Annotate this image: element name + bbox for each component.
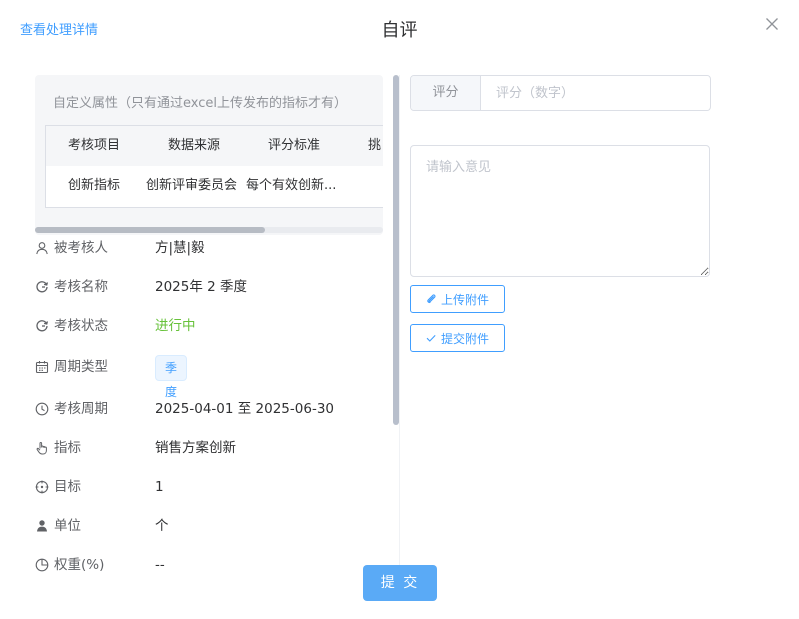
refresh-icon	[35, 280, 49, 294]
paperclip-icon	[427, 294, 436, 304]
cycle-type-tag: 季度	[155, 355, 188, 399]
person-icon	[35, 519, 49, 533]
score-prepend-label: 评分	[411, 76, 481, 110]
upload-attachment-button[interactable]: 上传附件	[410, 285, 506, 313]
info-label: 权重(%)	[54, 557, 105, 573]
custom-attributes-panel: 自定义属性（只有通过excel上传发布的指标才有） 考核项目 数据来源 评分标准…	[35, 75, 383, 235]
info-label: 考核周期	[54, 401, 108, 417]
pointer-icon	[35, 441, 49, 455]
close-icon	[766, 18, 778, 30]
user-icon	[35, 241, 49, 255]
info-label: 目标	[54, 479, 81, 495]
close-button[interactable]	[762, 14, 782, 34]
submit-attachment-label: 提交附件	[441, 331, 490, 346]
opinion-textarea[interactable]	[410, 145, 710, 277]
info-label: 单位	[54, 518, 81, 534]
info-value: 2025年 2 季度	[155, 279, 248, 295]
info-value: 1	[155, 479, 164, 495]
column-divider	[399, 75, 400, 565]
submit-button[interactable]: 提 交	[363, 565, 437, 601]
table-cell: 创新指标	[68, 178, 121, 193]
info-value: 方|慧|毅	[155, 240, 205, 256]
score-input-group: 评分	[410, 75, 711, 111]
upload-attachment-label: 上传附件	[441, 292, 490, 307]
column-header: 数据来源	[168, 138, 221, 153]
clock-icon	[35, 402, 49, 416]
column-header: 评分标准	[268, 138, 321, 153]
target-icon	[35, 480, 49, 494]
pie-icon	[35, 558, 49, 572]
calendar-icon	[35, 360, 49, 374]
info-value: 个	[155, 518, 169, 534]
table-row: 创新指标 创新评审委员会 每个有效创新...	[46, 166, 383, 206]
column-header: 挑	[368, 138, 382, 153]
info-label: 考核名称	[54, 279, 108, 295]
info-label: 周期类型	[54, 359, 108, 375]
table-cell: 创新评审委员会	[146, 178, 238, 193]
score-input[interactable]	[481, 76, 709, 110]
horizontal-scrollbar[interactable]	[35, 227, 383, 233]
info-value: 2025-04-01 至 2025-06-30	[155, 401, 334, 417]
info-value: --	[155, 557, 165, 573]
horizontal-scrollbar-thumb[interactable]	[35, 227, 265, 233]
table-header-row: 考核项目 数据来源 评分标准 挑	[46, 126, 383, 167]
custom-attributes-table: 考核项目 数据来源 评分标准 挑 创新指标 创新评审委员会 每个有效创新...	[45, 125, 383, 208]
status-value: 进行中	[155, 318, 196, 334]
table-cell: 每个有效创新...	[246, 178, 337, 193]
column-header: 考核项目	[68, 138, 121, 153]
info-label: 指标	[54, 440, 81, 456]
refresh-icon	[35, 319, 49, 333]
submit-attachment-button[interactable]: 提交附件	[410, 324, 506, 352]
check-icon	[426, 335, 436, 342]
info-value: 销售方案创新	[155, 440, 236, 456]
info-label: 考核状态	[54, 318, 108, 334]
custom-attributes-title: 自定义属性（只有通过excel上传发布的指标才有）	[53, 96, 347, 111]
dialog-title: 自评	[381, 20, 418, 41]
info-label: 被考核人	[54, 240, 108, 256]
